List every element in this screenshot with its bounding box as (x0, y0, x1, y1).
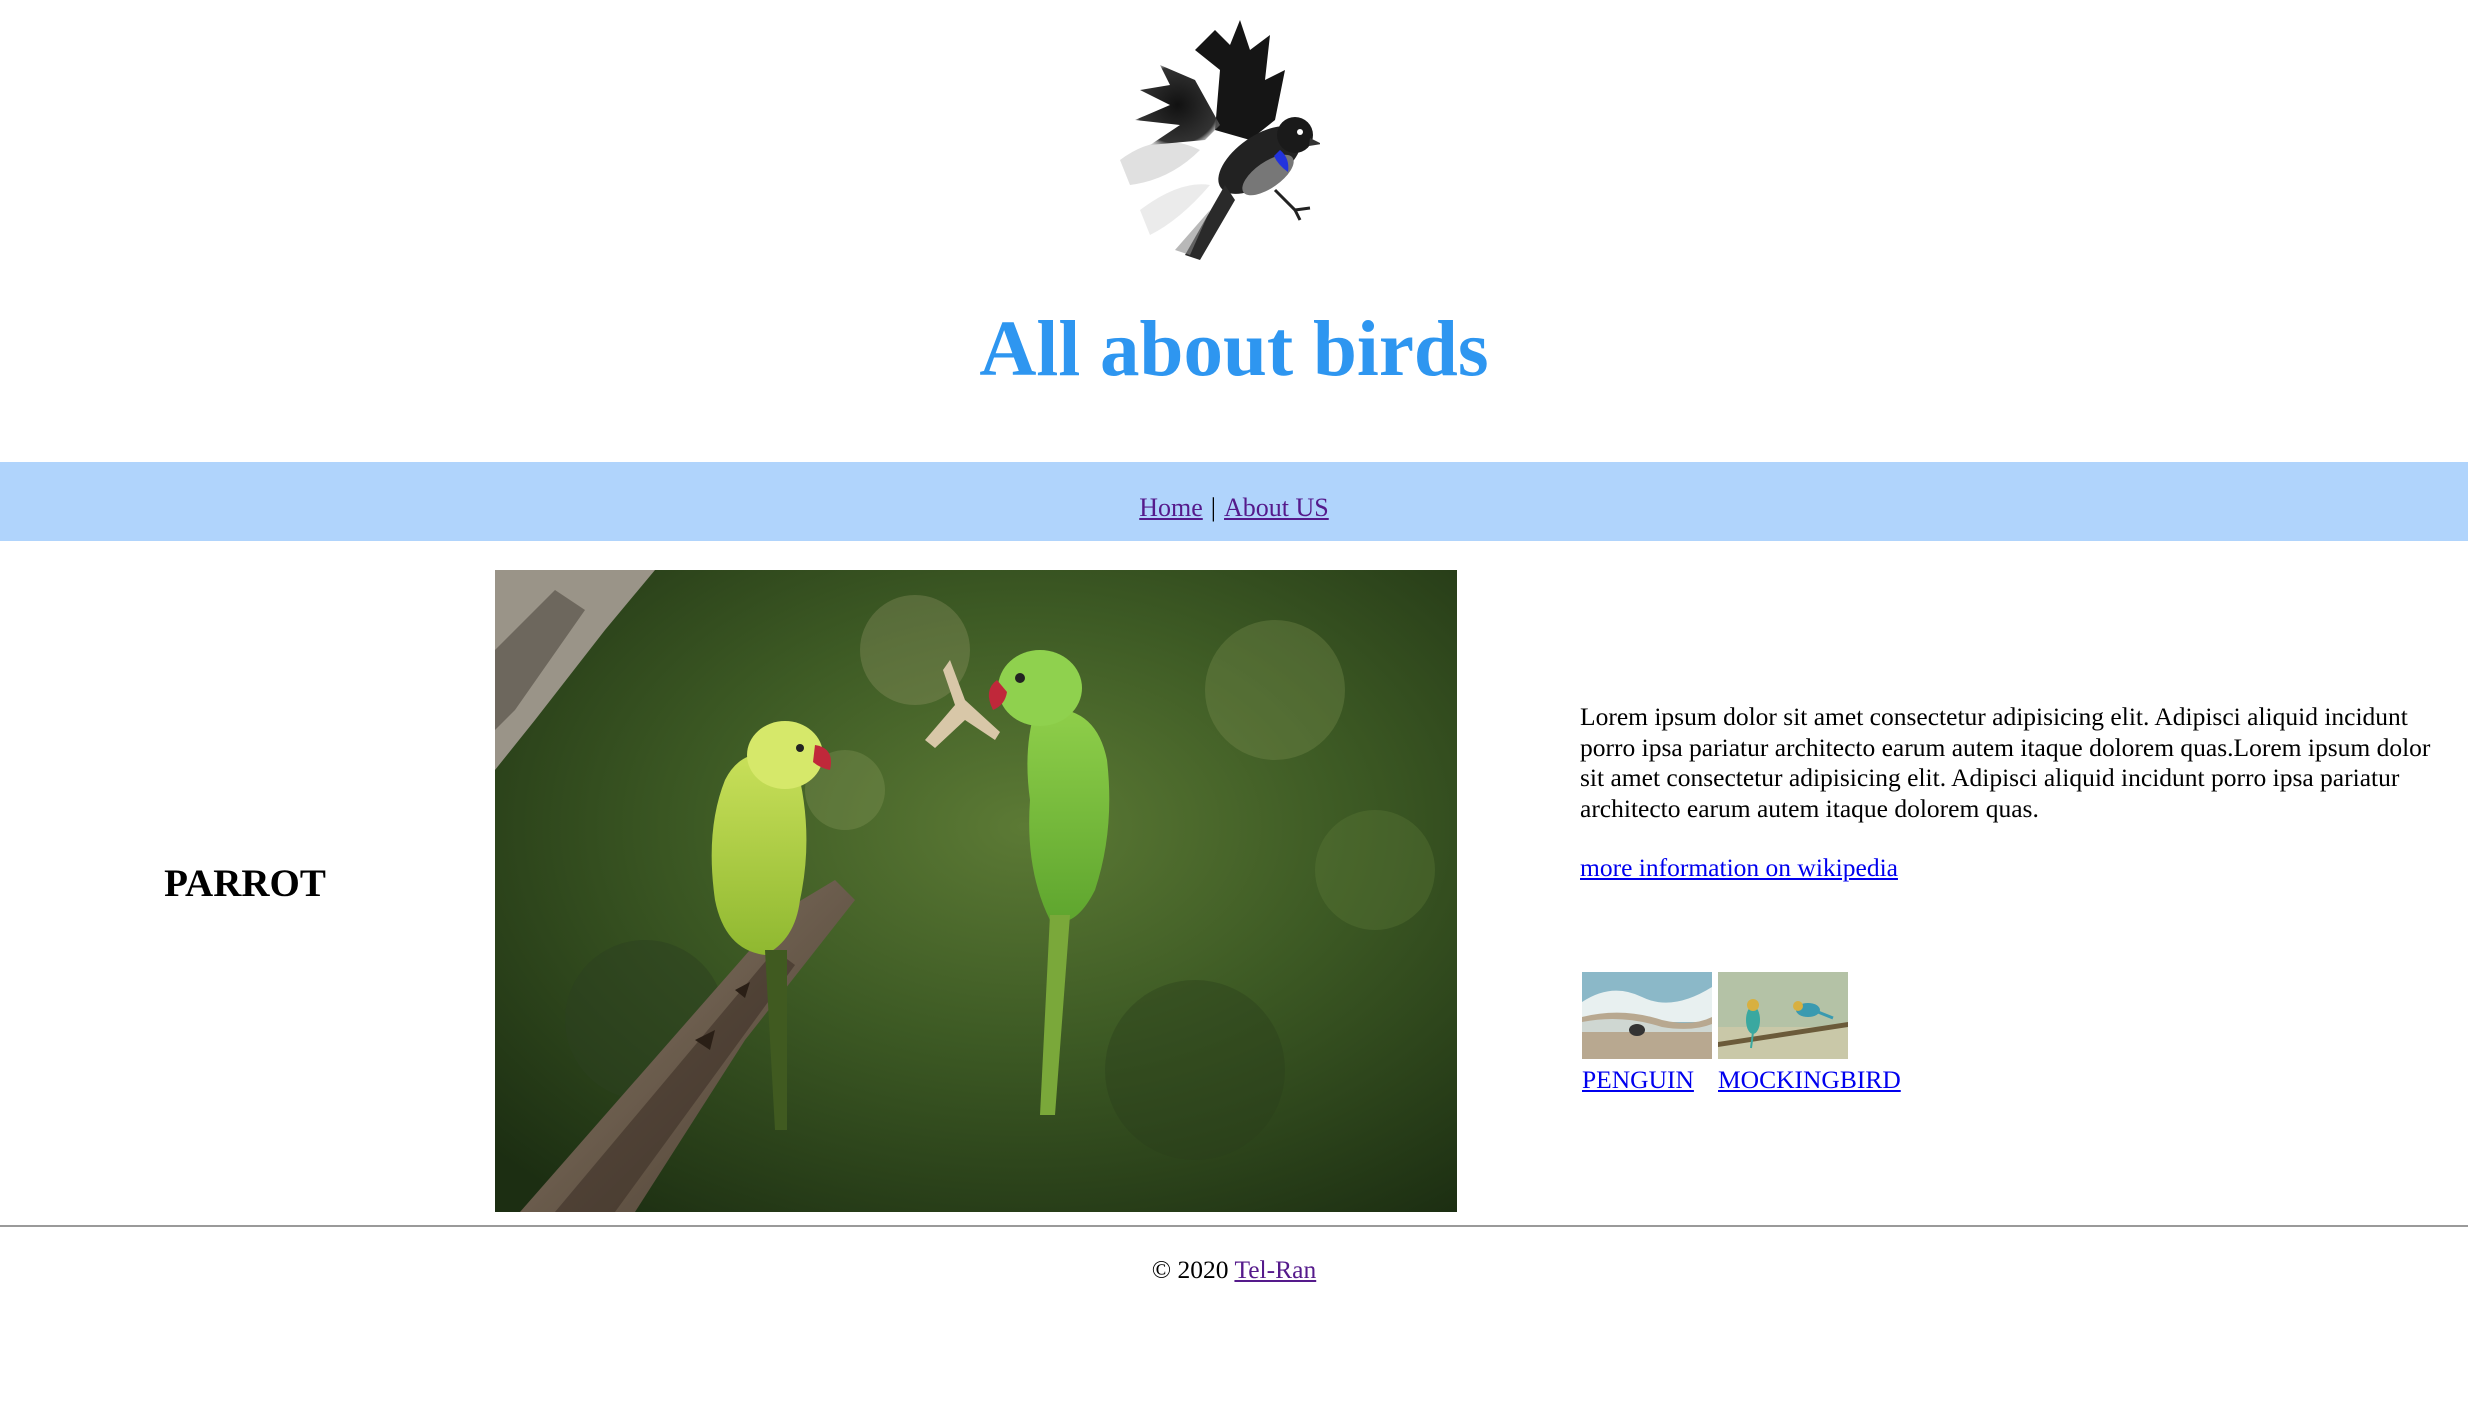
bird-logo-icon (1120, 20, 1322, 260)
footer-divider (0, 1225, 2468, 1227)
copyright-text: © 2020 (1151, 1255, 1229, 1284)
parrot-photo (495, 570, 1457, 1212)
nav-about-link[interactable]: About US (1224, 493, 1329, 523)
penguin-link[interactable]: PENGUIN (1582, 1065, 1694, 1095)
bird-name-heading: PARROT (164, 862, 326, 905)
main-nav: Home | About US (0, 462, 2468, 541)
footer: © 2020 Tel-Ran (0, 1255, 2468, 1285)
related-birds: PENGUIN MOCKINGBIRD (1582, 972, 1901, 1095)
site-title: All about birds (979, 306, 1489, 393)
wikipedia-link[interactable]: more information on wikipedia (1580, 853, 1898, 883)
flying-bird-logo (1100, 10, 1322, 260)
related-item-penguin: PENGUIN (1582, 972, 1712, 1095)
penguin-thumbnail-icon (1582, 972, 1712, 1059)
mockingbird-link[interactable]: MOCKINGBIRD (1718, 1065, 1901, 1095)
penguin-thumbnail[interactable] (1582, 972, 1712, 1059)
nav-separator: | (1210, 492, 1216, 522)
parrot-image-icon (495, 570, 1457, 1212)
tel-ran-link[interactable]: Tel-Ran (1234, 1255, 1316, 1284)
nav-home-link[interactable]: Home (1139, 493, 1203, 523)
mockingbird-thumbnail-icon (1718, 972, 1848, 1059)
mockingbird-thumbnail[interactable] (1718, 972, 1848, 1059)
bird-description: Lorem ipsum dolor sit amet consectetur a… (1580, 702, 2431, 823)
related-item-mockingbird: MOCKINGBIRD (1718, 972, 1901, 1095)
